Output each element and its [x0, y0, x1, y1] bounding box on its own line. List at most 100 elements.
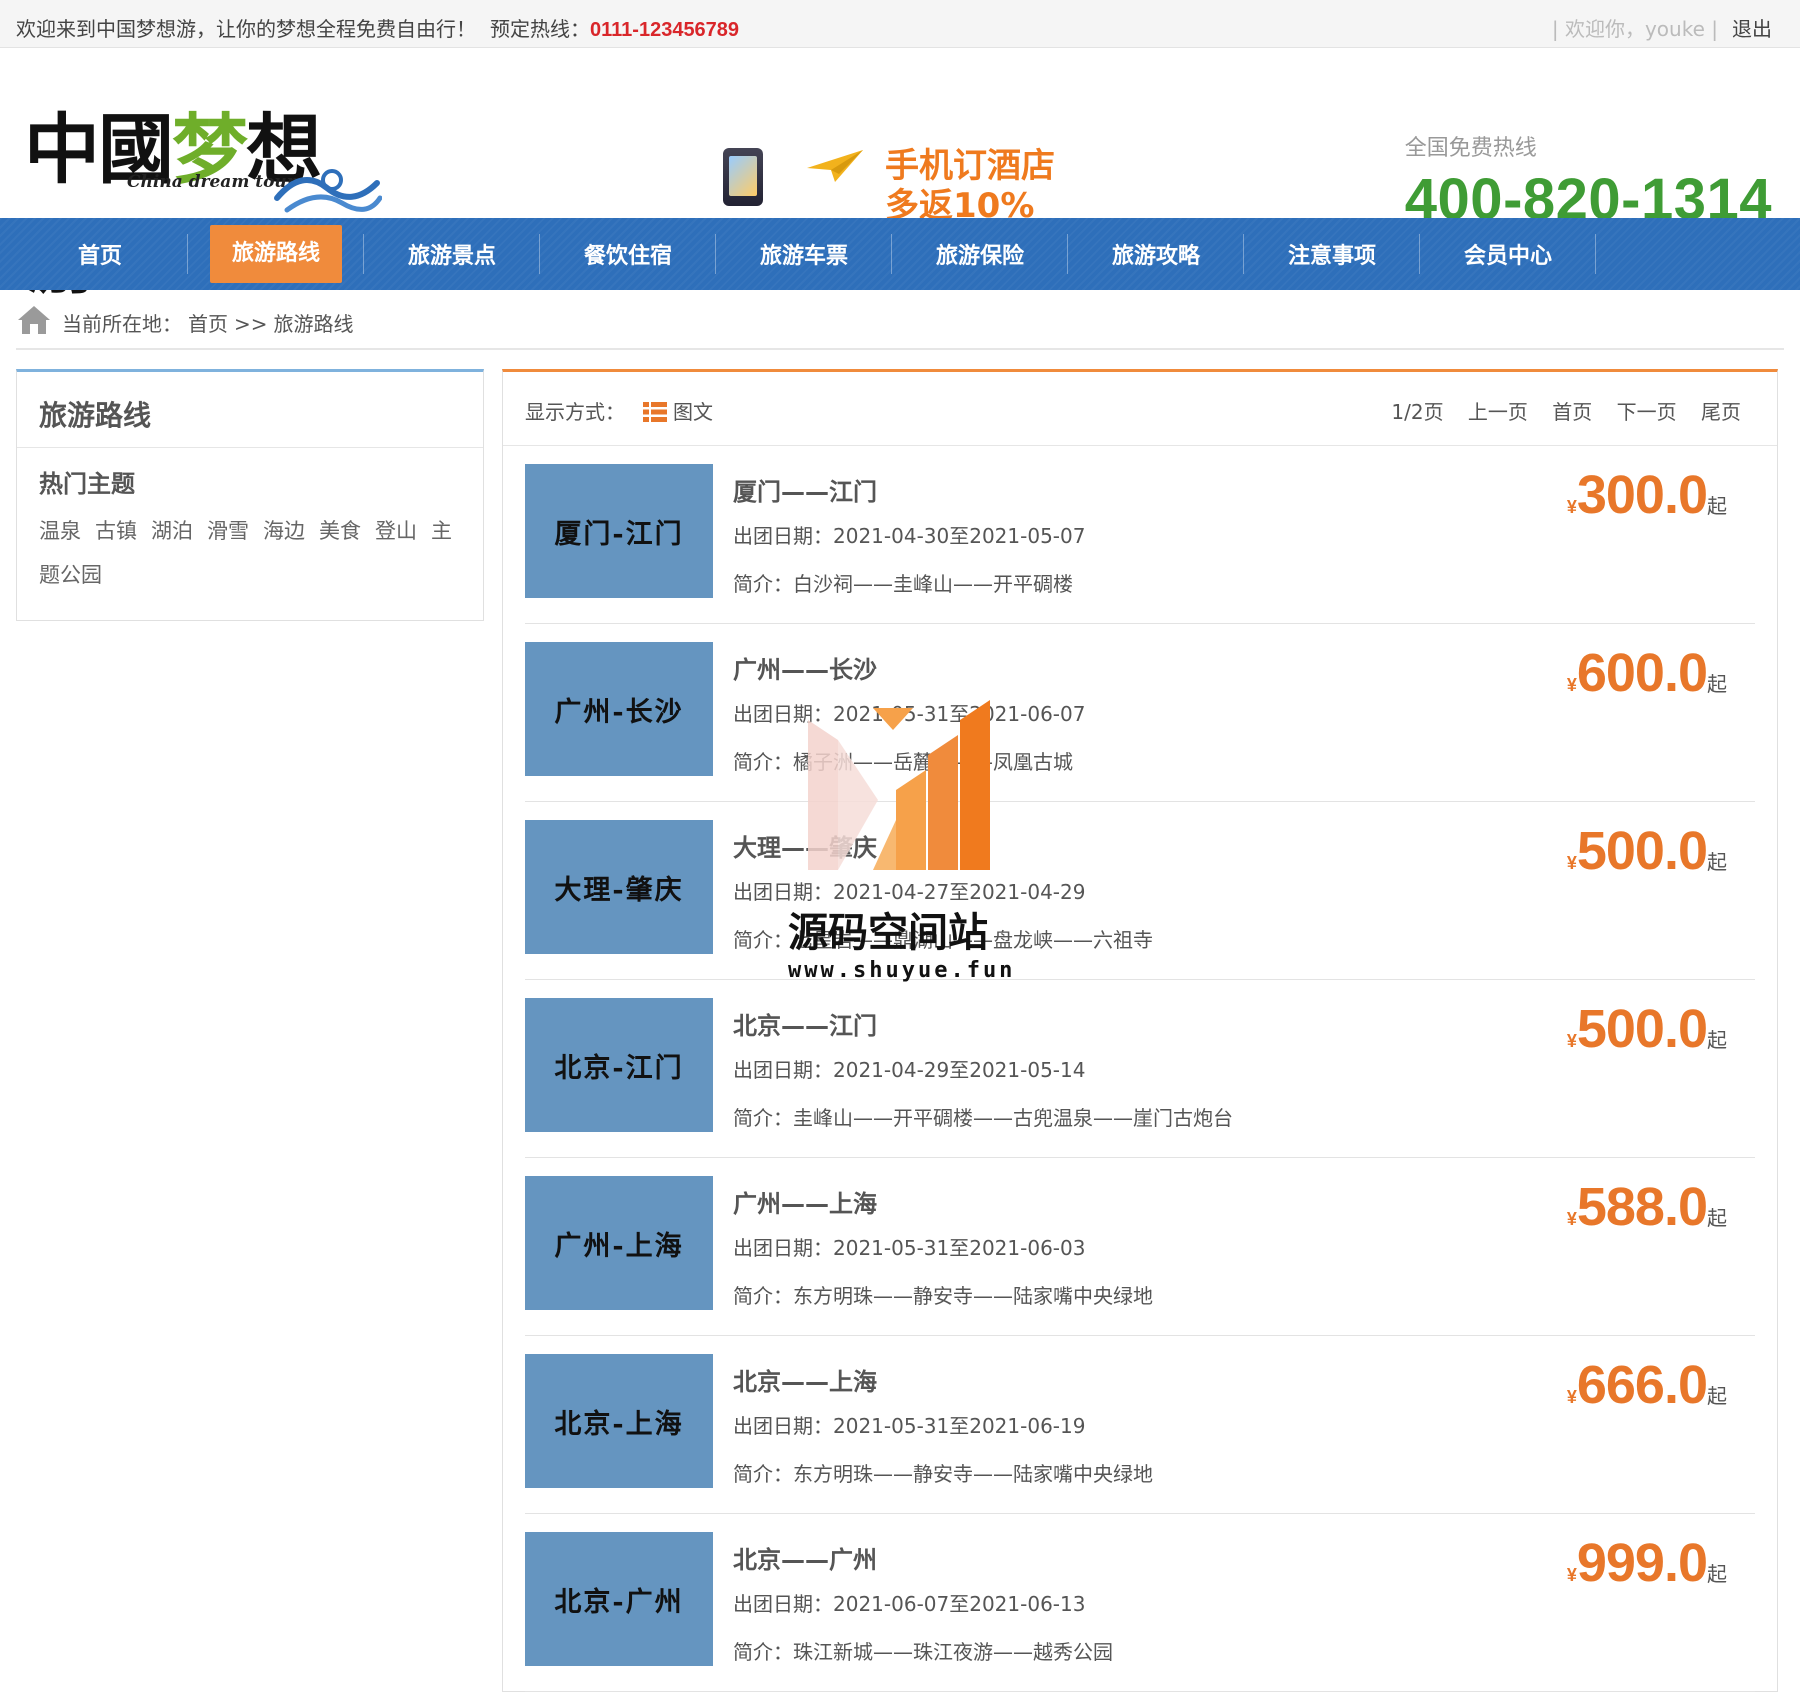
route-thumbnail-label: 厦门-江门: [554, 518, 684, 550]
sidebar-title: 旅游路线: [17, 372, 483, 448]
route-intro-value: 东方明珠——静安寺——陆家嘴中央绿地: [793, 1284, 1153, 1308]
home-icon: [18, 306, 50, 334]
breadcrumb-prefix: 当前所在地：: [62, 312, 182, 336]
phone-icon: [723, 148, 763, 206]
route-thumbnail-label: 北京-广州: [554, 1586, 684, 1618]
route-title[interactable]: 北京——江门: [733, 1006, 877, 1041]
next-page-link[interactable]: 下一页: [1617, 400, 1677, 424]
route-thumbnail[interactable]: 厦门-江门: [525, 464, 713, 598]
breadcrumb-separator: >>: [234, 312, 268, 336]
route-thumbnail-label: 广州-上海: [554, 1230, 684, 1262]
route-price: ¥999.0起: [1567, 1532, 1727, 1594]
prev-page-link[interactable]: 上一页: [1468, 400, 1528, 424]
nav-item-label: 餐饮住宿: [583, 244, 672, 269]
route-title[interactable]: 广州——上海: [733, 1184, 877, 1219]
route-thumbnail[interactable]: 北京-广州: [525, 1532, 713, 1666]
pager: 1/2页 上一页 首页 下一页 尾页: [1373, 396, 1741, 425]
route-title[interactable]: 大理——肇庆: [733, 828, 877, 863]
promo-line-1: 手机订酒店: [885, 146, 1055, 186]
route-item[interactable]: 广州-长沙 广州——长沙出团日期：2021-05-31至2021-06-07 简介：…: [525, 624, 1755, 802]
route-price: ¥500.0起: [1567, 998, 1727, 1060]
route-item[interactable]: 北京-广州 北京——广州 出团日期：2021-06-07至2021-06-13 简介：…: [525, 1514, 1755, 1692]
nav-item[interactable]: 首页: [12, 218, 188, 290]
route-item[interactable]: 北京-上海 北京——上海 出团日期：2021-05-31至2021-06-19 简介：…: [525, 1336, 1755, 1514]
price-suffix: 起: [1707, 850, 1727, 874]
route-date-value: 2021-04-29至2021-05-14: [833, 1058, 1086, 1082]
price-suffix: 起: [1707, 672, 1727, 696]
free-hotline-label: 全国免费热线: [1404, 136, 1537, 161]
paper-plane-icon: [807, 150, 863, 182]
price-suffix: 起: [1707, 494, 1727, 518]
price-value: 600.0: [1576, 643, 1708, 703]
first-page-link[interactable]: 首页: [1552, 400, 1592, 424]
promo-text: 手机订酒店 多返10%: [885, 146, 1055, 226]
route-intro-label: 简介：: [733, 1640, 793, 1664]
route-date-value: 2021-06-07至2021-06-13: [833, 1592, 1086, 1616]
route-date-value: 2021-05-31至2021-06-07: [833, 702, 1086, 726]
route-item[interactable]: 厦门-江门 厦门——江门 出团日期：2021-04-30至2021-05-07 简介：…: [525, 446, 1755, 624]
theme-tag[interactable]: 滑雪: [207, 519, 249, 543]
route-intro-value: 东方明珠——静安寺——陆家嘴中央绿地: [793, 1462, 1153, 1486]
nav-item[interactable]: 会员中心: [1420, 218, 1596, 290]
route-item[interactable]: 大理-肇庆 大理——肇庆 出团日期：2021-04-27至2021-04-29 简介：…: [525, 802, 1755, 980]
route-thumbnail[interactable]: 北京-江门: [525, 998, 713, 1132]
nav-item[interactable]: 旅游攻略: [1068, 218, 1244, 290]
route-intro: 简介：东方明珠——静安寺——陆家嘴中央绿地: [733, 1458, 1153, 1487]
price-value: 666.0: [1576, 1355, 1708, 1415]
route-item[interactable]: 广州-上海 广州——上海 出团日期：2021-05-31至2021-06-03 简介：…: [525, 1158, 1755, 1336]
route-intro-label: 简介：: [733, 572, 793, 596]
route-intro-label: 简介：: [733, 928, 793, 952]
route-date: 出团日期：2021-05-31至2021-06-07: [733, 698, 1085, 727]
route-intro: 简介：橘子洲——岳麓山——凤凰古城: [733, 746, 1073, 775]
route-thumbnail[interactable]: 广州-上海: [525, 1176, 713, 1310]
breadcrumb-current: 旅游路线: [273, 312, 354, 336]
route-title[interactable]: 北京——上海: [733, 1362, 877, 1397]
nav-item-label: 会员中心: [1463, 244, 1552, 269]
route-thumbnail[interactable]: 广州-长沙: [525, 642, 713, 776]
nav-item[interactable]: 旅游景点: [364, 218, 540, 290]
route-title[interactable]: 广州——长沙: [733, 650, 877, 685]
route-thumbnail[interactable]: 大理-肇庆: [525, 820, 713, 954]
breadcrumb-home[interactable]: 首页: [188, 312, 228, 336]
theme-tag[interactable]: 美食: [319, 519, 361, 543]
nav-item-label: 旅游攻略: [1111, 244, 1200, 269]
route-title[interactable]: 北京——广州: [733, 1540, 877, 1575]
route-intro: 简介：七星岩——鼎湖山——盘龙峡——六祖寺: [733, 924, 1153, 953]
route-thumbnail-label: 北京-江门: [554, 1052, 684, 1084]
nav-item[interactable]: 旅游路线: [188, 218, 364, 290]
route-item[interactable]: 北京-江门 北京——江门 出团日期：2021-04-29至2021-05-14 简介：…: [525, 980, 1755, 1158]
theme-tag[interactable]: 海边: [263, 519, 305, 543]
nav-item-label: 旅游保险: [935, 244, 1024, 269]
route-date-label: 出团日期：: [733, 1236, 833, 1260]
price-value: 999.0: [1576, 1533, 1708, 1593]
route-intro: 简介：圭峰山——开平碉楼——古兜温泉——崖门古炮台: [733, 1102, 1233, 1131]
logout-link[interactable]: 退出: [1732, 17, 1772, 41]
theme-tag[interactable]: 古镇: [95, 519, 137, 543]
route-thumbnail[interactable]: 北京-上海: [525, 1354, 713, 1488]
route-title[interactable]: 厦门——江门: [733, 472, 877, 507]
theme-tag[interactable]: 温泉: [39, 519, 81, 543]
breadcrumb: 当前所在地： 首页 >> 旅游路线: [16, 290, 1784, 350]
breadcrumb-trail: 当前所在地： 首页 >> 旅游路线: [62, 308, 360, 337]
sidebar-subtitle: 热门主题: [39, 470, 135, 498]
user-greeting: | 欢迎你，youke |: [1551, 17, 1718, 41]
nav-item[interactable]: 注意事项: [1244, 218, 1420, 290]
welcome-message: 欢迎来到中国梦想游，让你的梦想全程免费自由行！ 预定热线：0111-1234567…: [16, 13, 739, 42]
price-suffix: 起: [1707, 1206, 1727, 1230]
last-page-link[interactable]: 尾页: [1701, 400, 1741, 424]
site-header: 中國梦想游 China dream tour 手机订酒店 多返10% 全国免费热…: [0, 48, 1800, 304]
nav-item-label: 旅游景点: [407, 244, 496, 269]
list-view-icon[interactable]: [643, 402, 667, 422]
theme-tag[interactable]: 登山: [375, 519, 417, 543]
theme-tag[interactable]: 湖泊: [151, 519, 193, 543]
route-price: ¥666.0起: [1567, 1354, 1727, 1416]
route-intro: 简介：珠江新城——珠江夜游——越秀公园: [733, 1636, 1113, 1665]
price-value: 500.0: [1576, 999, 1708, 1059]
nav-item[interactable]: 旅游车票: [716, 218, 892, 290]
site-logo[interactable]: 中國梦想游 China dream tour: [22, 80, 382, 304]
display-mode-value[interactable]: 图文: [673, 400, 713, 424]
nav-item[interactable]: 旅游保险: [892, 218, 1068, 290]
nav-item[interactable]: 餐饮住宿: [540, 218, 716, 290]
route-intro-label: 简介：: [733, 1106, 793, 1130]
display-mode-label: 显示方式：: [525, 400, 625, 424]
